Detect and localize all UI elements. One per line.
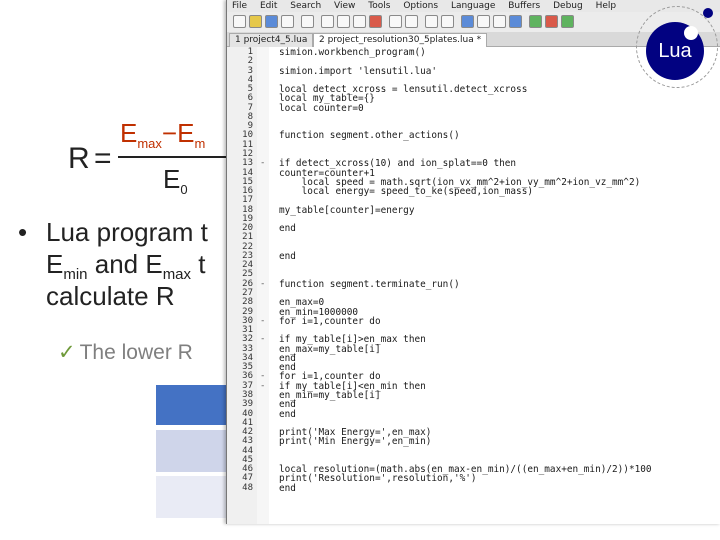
code-line[interactable]: if my_table[i]>en_max then: [279, 335, 426, 344]
code-line[interactable]: en_max=0: [279, 298, 324, 307]
checkmark-icon: ✓: [58, 341, 76, 364]
code-line[interactable]: if detect_xcross(10) and ion_splat==0 th…: [279, 159, 516, 168]
undo-icon[interactable]: [389, 15, 402, 28]
table-row-cell: [156, 430, 228, 472]
menu-edit[interactable]: Edit: [260, 1, 277, 11]
open-folder-icon[interactable]: [249, 15, 262, 28]
numerator-minus: −: [161, 118, 178, 148]
go-icon[interactable]: [529, 15, 542, 28]
build-icon[interactable]: [493, 15, 506, 28]
denominator-sub: 0: [180, 182, 188, 198]
cut-icon[interactable]: [321, 15, 334, 28]
lua-logo-satellite: [703, 8, 713, 18]
save-icon[interactable]: [265, 15, 278, 28]
check-bullet-text: The lower R: [79, 341, 193, 364]
bullet-line2-tail: t: [191, 249, 206, 279]
bullet-dot: •: [18, 217, 28, 247]
formula-denominator: E0: [163, 164, 188, 197]
find-replace-icon[interactable]: [441, 15, 454, 28]
code-line[interactable]: local my_table={}: [279, 94, 375, 103]
formula-equals: =: [94, 142, 112, 175]
redo-icon[interactable]: [405, 15, 418, 28]
code-line[interactable]: end: [279, 400, 296, 409]
code-line[interactable]: function segment.other_actions(): [279, 131, 460, 140]
bullet-emin: E: [46, 249, 64, 279]
find-icon[interactable]: [425, 15, 438, 28]
code-line[interactable]: local energy= speed_to_ke(speed,ion_mass…: [279, 187, 533, 196]
numerator-emin-sub: m: [194, 136, 206, 152]
close-file-icon[interactable]: [281, 15, 294, 28]
code-line[interactable]: print('Resolution=',resolution,'%'): [279, 474, 477, 483]
menu-bar: File Edit Search View Tools Options Lang…: [227, 0, 720, 12]
bullet-line-3: calculate R: [46, 281, 175, 311]
check-bullet: ✓ The lower R: [58, 340, 193, 365]
line-number: 39: [242, 399, 253, 410]
menu-help[interactable]: Help: [596, 1, 617, 11]
bullet-line-1: Lua program t: [46, 217, 208, 247]
lua-logo: Lua: [646, 22, 704, 80]
line-number: 48: [242, 482, 253, 493]
line-number: 32: [242, 334, 253, 345]
step-icon[interactable]: [509, 15, 522, 28]
code-line[interactable]: local counter=0: [279, 103, 364, 112]
code-line[interactable]: simion.workbench_program(): [279, 48, 426, 57]
numerator-emax-sub: max: [137, 136, 162, 152]
lua-editor-window: File Edit Search View Tools Options Lang…: [226, 0, 720, 524]
code-line[interactable]: end: [279, 409, 296, 418]
code-line[interactable]: print('Min Energy=',en_min): [279, 437, 431, 446]
new-file-icon[interactable]: [233, 15, 246, 28]
code-line[interactable]: simion.import 'lensutil.lua': [279, 66, 437, 75]
line-number: 17: [242, 195, 253, 206]
fold-toggle-icon[interactable]: -: [260, 159, 265, 168]
code-line[interactable]: end: [279, 224, 296, 233]
line-number: 2: [247, 56, 253, 67]
delete-icon[interactable]: [369, 15, 382, 28]
code-line[interactable]: function segment.terminate_run(): [279, 280, 460, 289]
menu-file[interactable]: File: [232, 1, 247, 11]
code-line[interactable]: end: [279, 483, 296, 492]
menu-tools[interactable]: Tools: [368, 1, 390, 11]
numerator-emax: E: [120, 118, 138, 148]
numerator-emin: E: [177, 118, 195, 148]
menu-view[interactable]: View: [334, 1, 355, 11]
denominator-e: E: [163, 164, 181, 194]
stop-icon[interactable]: [545, 15, 558, 28]
table-row-cell: [156, 476, 228, 518]
line-number: 43: [242, 436, 253, 447]
tool-icon[interactable]: [561, 15, 574, 28]
fold-toggle-icon[interactable]: -: [260, 316, 265, 326]
code-line[interactable]: end: [279, 252, 296, 261]
table-header-cell: [156, 385, 228, 425]
menu-language[interactable]: Language: [451, 1, 495, 11]
line-number: 6: [247, 93, 253, 104]
copy-icon[interactable]: [337, 15, 350, 28]
tab-project4-5[interactable]: 1 project4_5.lua: [229, 33, 314, 47]
tab-project-resolution[interactable]: 2 project_resolution30_5plates.lua *: [313, 33, 488, 47]
fold-toggle-icon[interactable]: -: [260, 279, 265, 289]
menu-buffers[interactable]: Buffers: [508, 1, 540, 11]
bullet-and-emax: and E: [87, 249, 163, 279]
lua-logo-moon: [684, 26, 698, 40]
line-number: 13: [242, 158, 253, 169]
menu-search[interactable]: Search: [290, 1, 321, 11]
compile-icon[interactable]: [477, 15, 490, 28]
run-icon[interactable]: [461, 15, 474, 28]
formula-numerator: Emax−Em: [120, 118, 205, 151]
print-icon[interactable]: [301, 15, 314, 28]
lua-logo-text: Lua: [658, 40, 692, 62]
line-number: 28: [242, 297, 253, 308]
formula-lhs: R: [68, 142, 90, 175]
paste-icon[interactable]: [353, 15, 366, 28]
code-line[interactable]: for i=1,counter do: [279, 317, 381, 326]
fold-toggle-icon[interactable]: -: [260, 381, 265, 391]
menu-options[interactable]: Options: [403, 1, 438, 11]
menu-debug[interactable]: Debug: [553, 1, 583, 11]
fold-toggle-icon[interactable]: -: [260, 335, 265, 344]
code-line[interactable]: my_table[counter]=energy: [279, 205, 414, 214]
